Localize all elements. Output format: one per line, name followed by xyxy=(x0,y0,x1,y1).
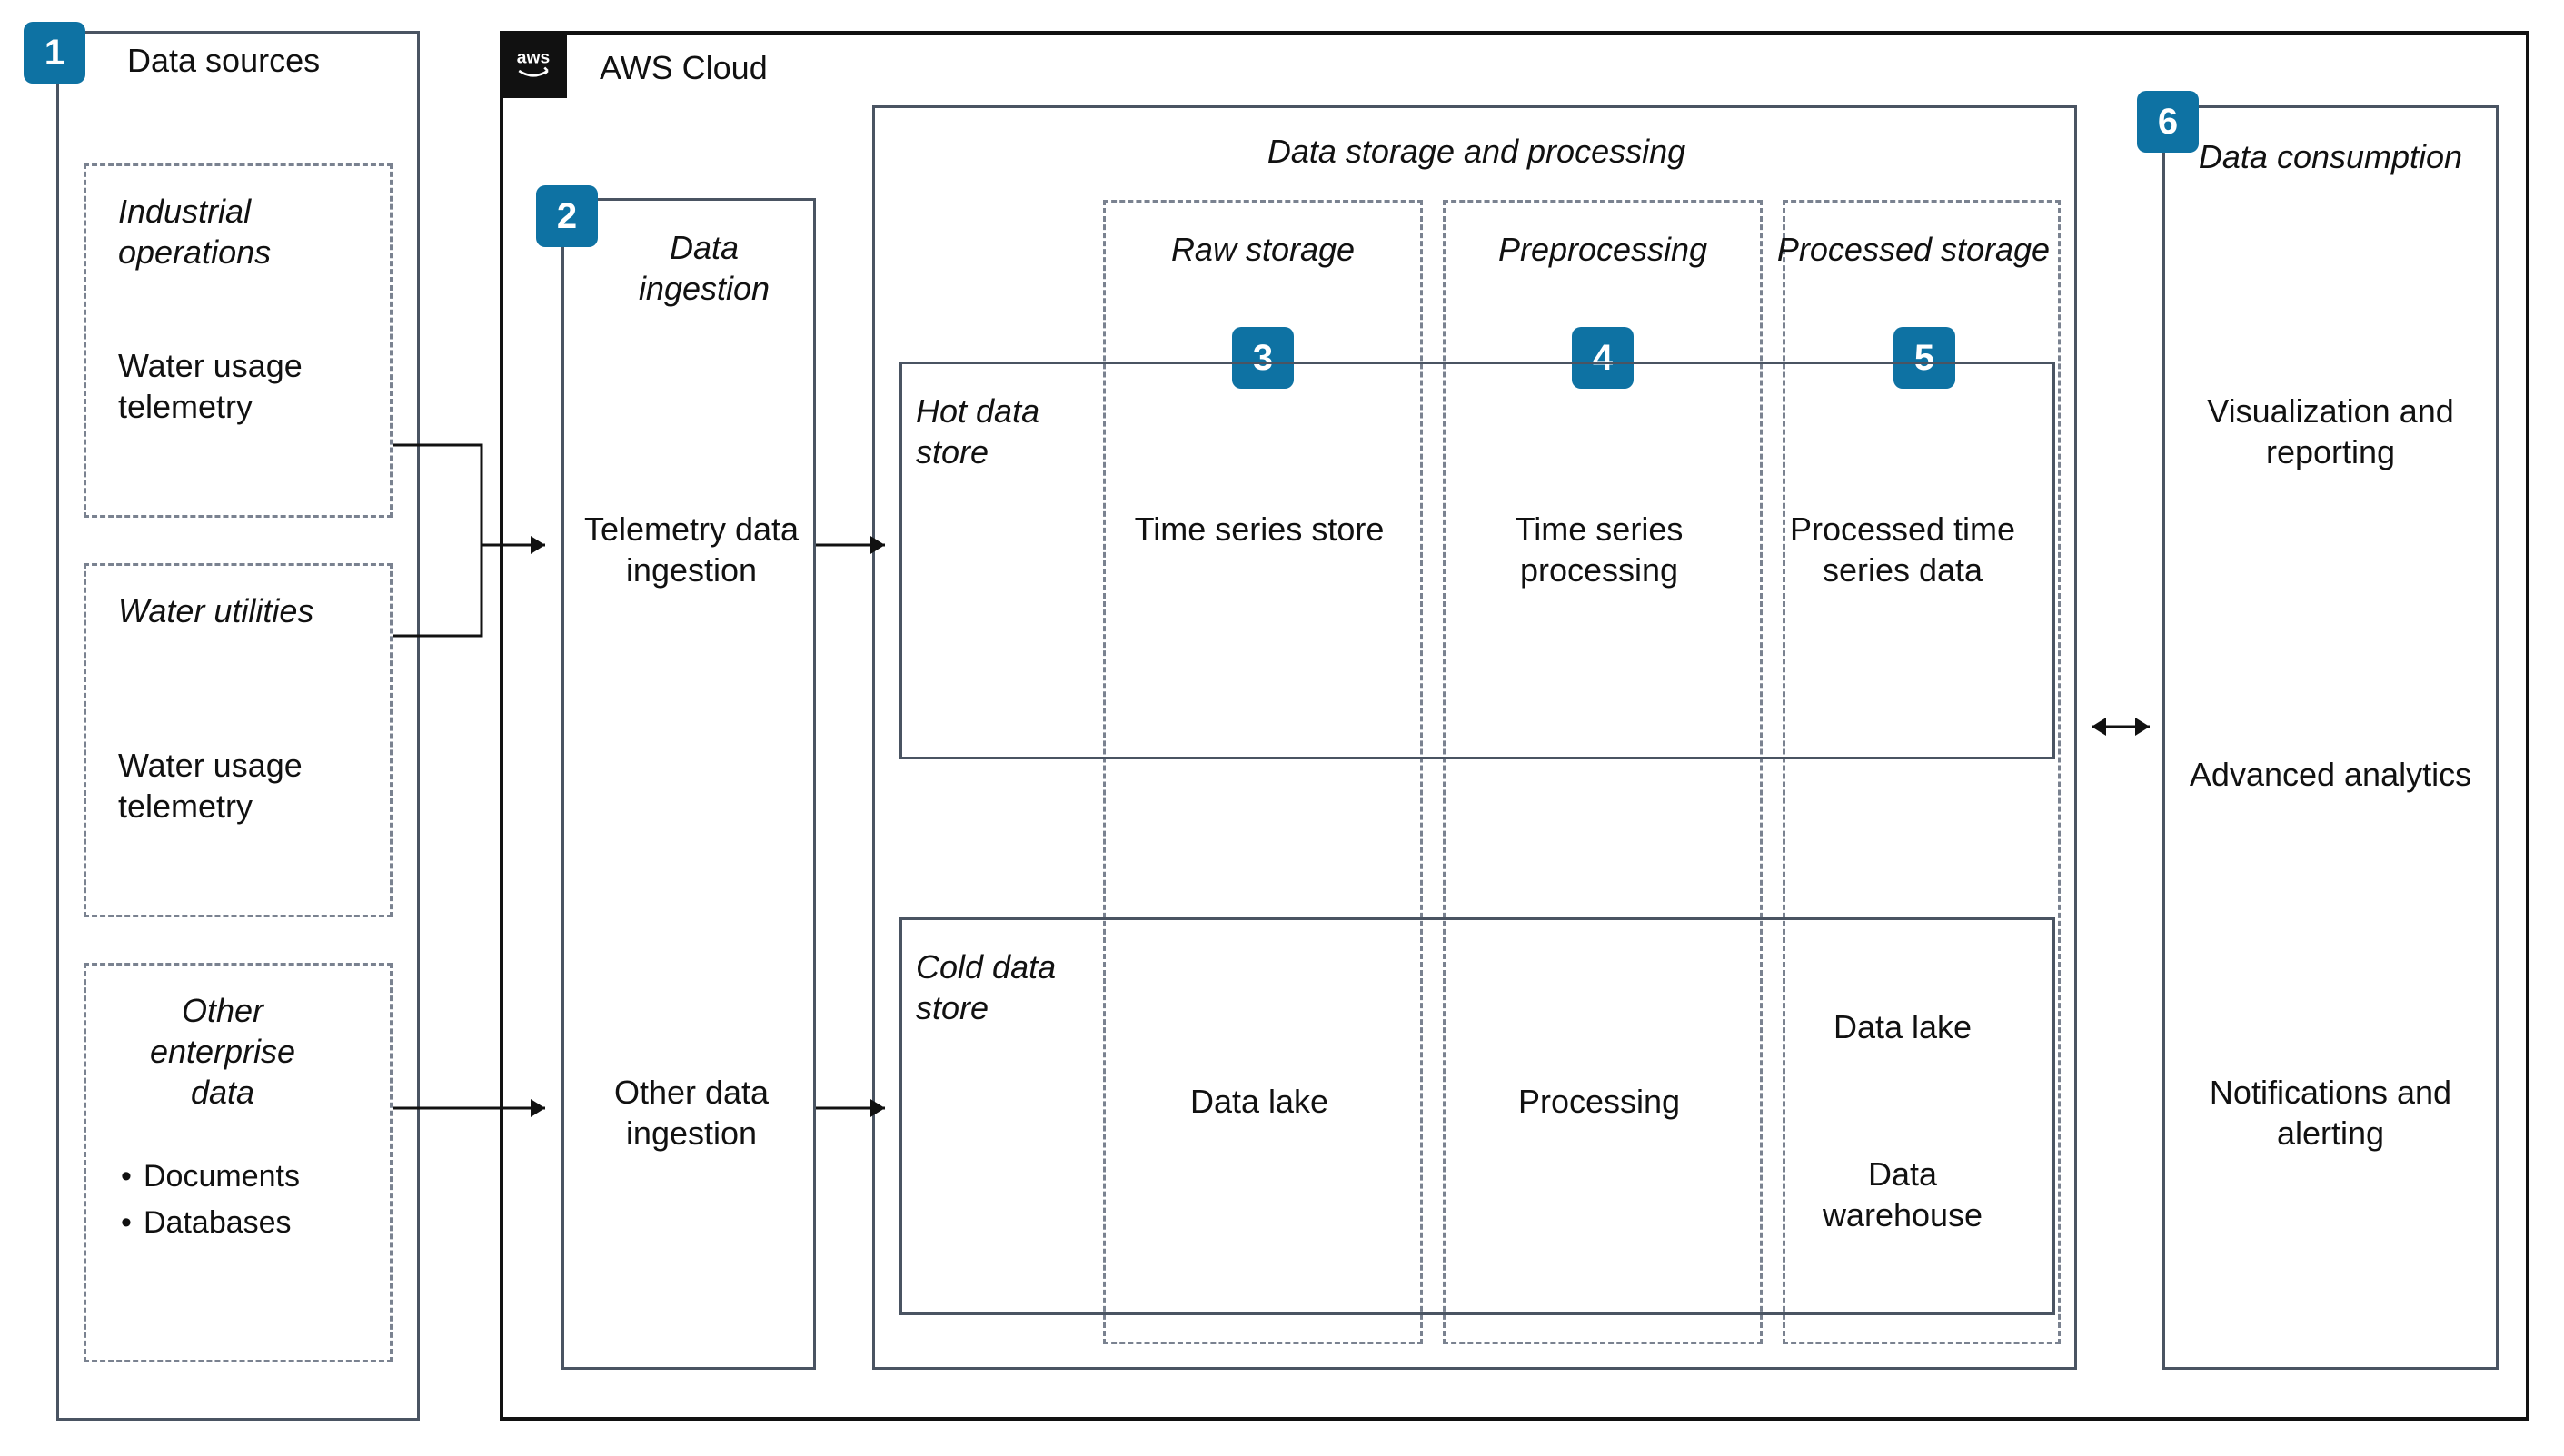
bullet-documents: Documents xyxy=(144,1154,300,1200)
raw-storage-heading: Raw storage xyxy=(1103,229,1423,270)
consumption-viz-label: Visualization and reporting xyxy=(2181,391,2480,472)
hot-data-store-title: Hot data store xyxy=(916,391,1079,472)
cold-proc-top-label: Data lake xyxy=(1794,1006,2012,1047)
aws-cloud-title: AWS Cloud xyxy=(600,47,836,88)
telemetry-ingestion-label: Telemetry data ingestion xyxy=(578,509,805,590)
industrial-operations-item: Water usage telemetry xyxy=(118,345,345,427)
consumption-alerting-label: Notifications and alerting xyxy=(2181,1072,2480,1154)
other-enterprise-bullets: •Documents •Databases xyxy=(109,1154,300,1246)
bullet-databases: Databases xyxy=(144,1200,292,1246)
preprocessing-heading: Preprocessing xyxy=(1443,229,1763,270)
consumption-analytics-label: Advanced analytics xyxy=(2181,754,2480,795)
data-consumption-container xyxy=(2162,105,2499,1370)
storage-processing-title: Data storage and processing xyxy=(1090,131,1863,172)
cold-proc-bottom-label: Data warehouse xyxy=(1794,1154,2012,1235)
cold-pre-label: Processing xyxy=(1463,1081,1735,1122)
cold-raw-label: Data lake xyxy=(1123,1081,1396,1122)
data-ingestion-container xyxy=(561,198,816,1370)
data-consumption-title: Data consumption xyxy=(2181,136,2480,177)
hot-raw-label: Time series store xyxy=(1123,509,1396,550)
water-utilities-heading: Water utilities xyxy=(118,590,327,631)
badge-1: 1 xyxy=(24,22,85,84)
cold-data-store-title: Cold data store xyxy=(916,946,1079,1028)
other-ingestion-label: Other data ingestion xyxy=(578,1072,805,1154)
svg-text:aws: aws xyxy=(517,48,550,67)
badge-2: 2 xyxy=(536,185,598,247)
aws-logo-icon: aws xyxy=(500,31,567,98)
data-ingestion-title: Data ingestion xyxy=(609,227,800,309)
architecture-diagram: 1 Data sources Industrial operations Wat… xyxy=(0,0,2564,1456)
data-sources-title: Data sources xyxy=(127,40,363,81)
water-utilities-item: Water usage telemetry xyxy=(118,745,345,827)
hot-pre-label: Time series processing xyxy=(1463,509,1735,590)
processed-storage-heading: Processed storage xyxy=(1754,229,2073,270)
hot-proc-label: Processed time series data xyxy=(1766,509,2039,590)
industrial-operations-heading: Industrial operations xyxy=(118,191,327,272)
other-enterprise-heading: Other enterprise data xyxy=(118,990,327,1113)
